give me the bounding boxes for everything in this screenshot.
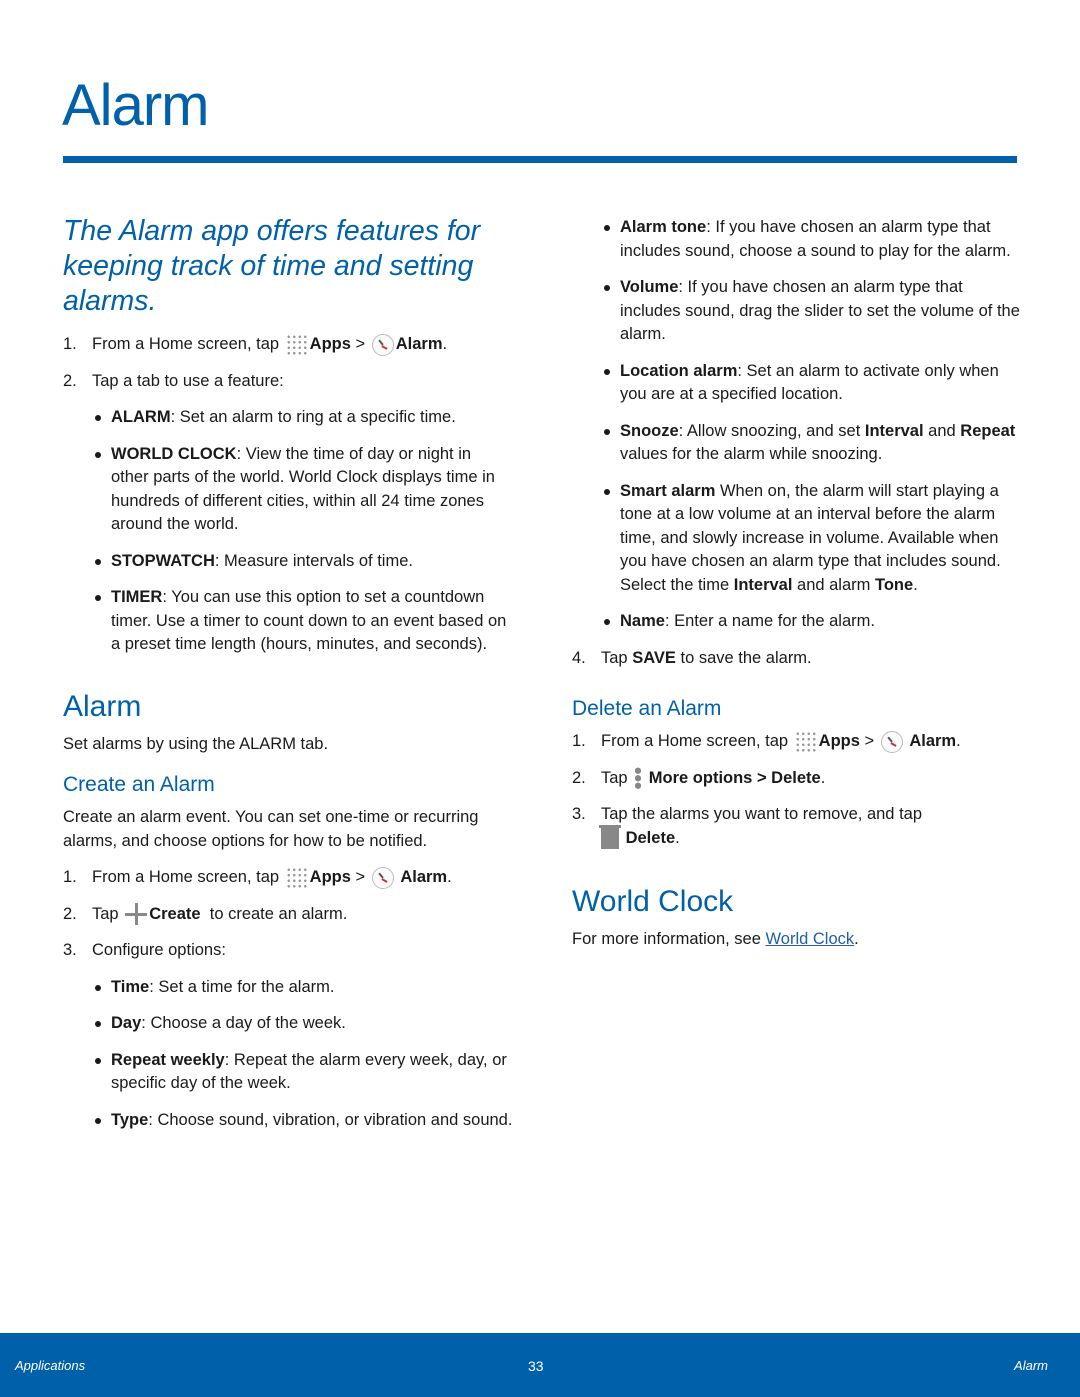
world-clock-text: For more information, see World Clock. <box>572 930 859 948</box>
list-item: TIMER: You can use this option to set a … <box>92 586 513 657</box>
list-item: Volume: If you have chosen an alarm type… <box>601 276 1022 347</box>
list-item: Smart alarm When on, the alarm will star… <box>601 480 1022 598</box>
create-step-2: 2. Tap Create to create an alarm. <box>63 903 513 927</box>
apps-icon <box>794 730 817 753</box>
footer-chapter: Alarm <box>1014 1358 1048 1373</box>
delete-step-3: 3. Tap the alarms you want to remove, an… <box>572 803 1022 850</box>
list-item: STOPWATCH: Measure intervals of time. <box>92 550 513 574</box>
right-column: Alarm tone: If you have chosen an alarm … <box>572 216 1022 965</box>
alarm-clock-icon <box>371 866 394 889</box>
apps-icon <box>285 866 308 889</box>
alarm-heading: Alarm <box>63 689 142 723</box>
create-step-4: 4. Tap SAVE to save the alarm. <box>572 648 812 667</box>
tab-list: ALARM: Set an alarm to ring at a specifi… <box>92 406 513 657</box>
options-list-continued: Alarm tone: If you have chosen an alarm … <box>601 216 1022 634</box>
more-options-icon <box>634 767 643 790</box>
world-clock-heading: World Clock <box>572 885 734 918</box>
world-clock-link[interactable]: World Clock <box>766 930 855 948</box>
delete-step-1: 1. From a Home screen, tap Apps > Alarm. <box>572 730 1022 754</box>
left-column: The Alarm app offers features for keepin… <box>63 214 513 1145</box>
create-alarm-heading: Create an Alarm <box>63 773 215 796</box>
alarm-clock-icon <box>371 333 394 356</box>
page-number: 33 <box>528 1358 544 1374</box>
list-item: WORLD CLOCK: View the time of day or nig… <box>92 443 513 537</box>
plus-icon <box>125 903 148 926</box>
list-item: ALARM: Set an alarm to ring at a specifi… <box>92 406 513 430</box>
delete-alarm-heading: Delete an Alarm <box>572 697 722 720</box>
create-step-3: 3. Configure options: <box>63 941 226 959</box>
delete-step-2: 2. Tap More options > Delete. <box>572 767 1022 791</box>
list-item: Name: Enter a name for the alarm. <box>601 610 1022 634</box>
create-step-1: 1. From a Home screen, tap Apps > Alarm. <box>63 866 513 890</box>
list-item: Snooze: Allow snoozing, and set Interval… <box>601 420 1022 467</box>
apps-icon <box>285 333 308 356</box>
trash-icon <box>599 825 621 850</box>
options-list: Time: Set a time for the alarm. Day: Cho… <box>92 976 513 1133</box>
list-item: Repeat weekly: Repeat the alarm every we… <box>92 1049 513 1096</box>
list-item: Day: Choose a day of the week. <box>92 1012 513 1036</box>
list-item: Alarm tone: If you have chosen an alarm … <box>601 216 1022 263</box>
step-1: 1. From a Home screen, tap Apps > Alarm. <box>63 333 513 357</box>
create-alarm-text: Create an alarm event. You can set one-t… <box>63 808 479 850</box>
intro-text: The Alarm app offers features for keepin… <box>63 215 481 317</box>
list-item: Location alarm: Set an alarm to activate… <box>601 360 1022 407</box>
list-item: Type: Choose sound, vibration, or vibrat… <box>92 1109 513 1133</box>
page-footer: Applications 33 Alarm <box>0 1333 1080 1397</box>
page-title: Alarm <box>62 73 209 138</box>
alarm-clock-icon <box>880 730 903 753</box>
step-2: 2. Tap a tab to use a feature: <box>63 371 284 390</box>
list-item: Time: Set a time for the alarm. <box>92 976 513 1000</box>
alarm-text: Set alarms by using the ALARM tab. <box>63 734 329 753</box>
footer-section: Applications <box>15 1358 86 1373</box>
title-rule <box>63 156 1017 163</box>
